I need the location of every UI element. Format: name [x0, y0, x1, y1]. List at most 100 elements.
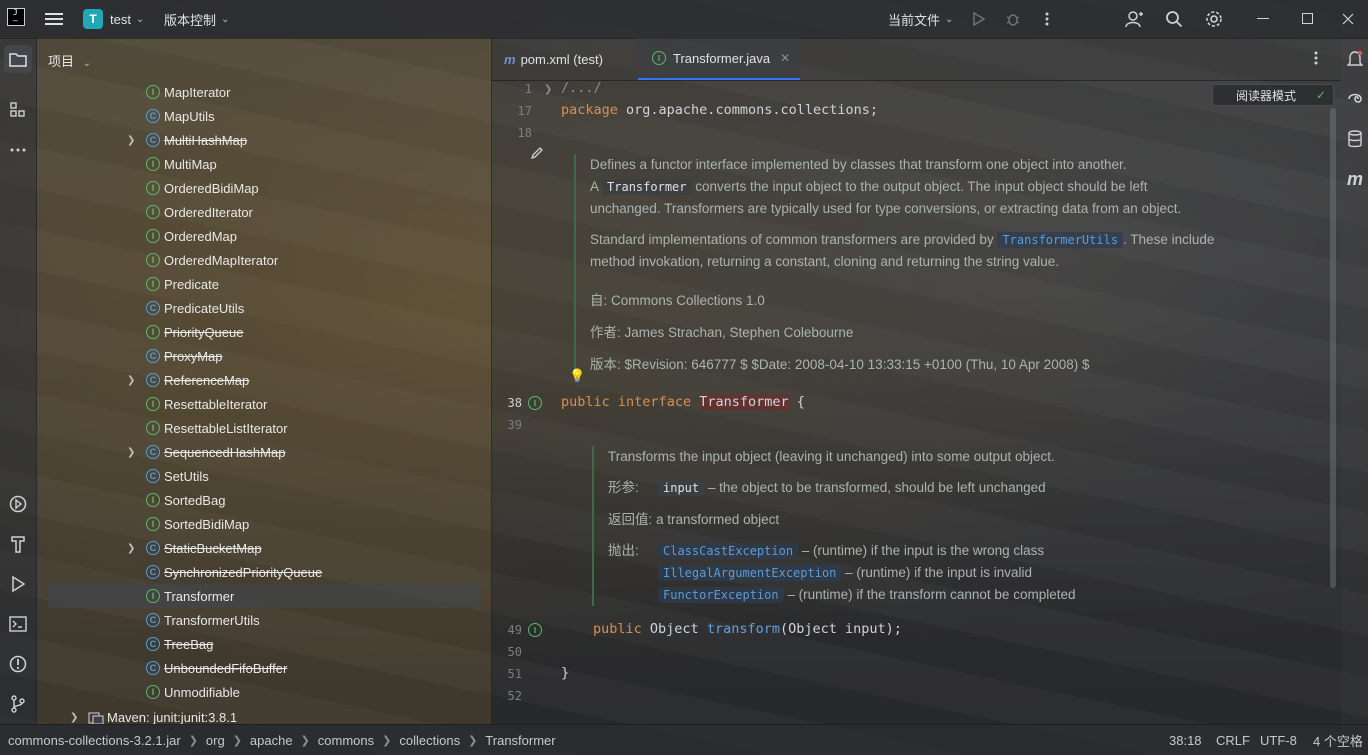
breadcrumb-item[interactable]: commons: [318, 733, 374, 748]
edit-doc-pencil-icon[interactable]: [530, 146, 544, 163]
tree-item[interactable]: I MultiMap: [37, 152, 491, 176]
tree-item[interactable]: I Predicate: [37, 272, 491, 296]
breadcrumb-item[interactable]: commons-collections-3.2.1.jar: [8, 733, 181, 748]
tree-item[interactable]: I MapIterator: [37, 80, 491, 104]
line-separator[interactable]: CRLF: [1216, 733, 1250, 748]
line-number: 49: [507, 623, 522, 637]
doc-param: 形参: input – the object to be transformed,…: [608, 477, 1168, 499]
editor-scrollbar[interactable]: [1330, 108, 1336, 588]
close-icon[interactable]: [1336, 7, 1360, 31]
tree-item[interactable]: C TransformerUtils: [37, 608, 491, 632]
project-tool-window: 项目 ⌄ I MapIterator C MapUtils ❯ C MultiHashMap…: [37, 38, 492, 725]
tree-item[interactable]: C SetUtils: [37, 464, 491, 488]
doc-link[interactable]: FunctorException: [658, 587, 784, 603]
tree-item[interactable]: I ResettableIterator: [37, 392, 491, 416]
breadcrumb-item[interactable]: org: [206, 733, 225, 748]
tab-transformer-java[interactable]: I Transformer.java ✕: [638, 38, 801, 80]
interface-icon: I: [146, 325, 160, 339]
debug-icon[interactable]: [1001, 7, 1025, 31]
tree-item-label: SequencedHashMap: [164, 444, 286, 460]
editor-gutter: 1 17 18 38 39 49 50 51 52 I I ❯: [492, 80, 553, 724]
doc-link[interactable]: IllegalArgumentException: [658, 565, 842, 581]
tree-item[interactable]: I SortedBidiMap: [37, 512, 491, 536]
caret-position[interactable]: 38:18: [1169, 733, 1202, 748]
tree-item[interactable]: ❯ C MultiHashMap: [37, 128, 491, 152]
tree-item[interactable]: I PriorityQueue: [37, 320, 491, 344]
expand-arrow-icon[interactable]: ❯: [127, 135, 137, 146]
tree-item[interactable]: I SortedBag: [37, 488, 491, 512]
project-panel-header[interactable]: 项目 ⌄: [48, 51, 91, 70]
tree-item[interactable]: ❯ C ReferenceMap: [37, 368, 491, 392]
expand-arrow-icon[interactable]: ❯: [70, 712, 80, 723]
vcs-menu[interactable]: 版本控制 ⌄: [164, 0, 229, 38]
reader-mode-toggle[interactable]: 阅读器模式 ✓: [1212, 84, 1334, 106]
tree-item[interactable]: I ResettableListIterator: [37, 416, 491, 440]
notifications-bell-icon[interactable]: [1344, 48, 1366, 70]
tree-item-label: StaticBucketMap: [164, 540, 262, 556]
code-chip: Transformer: [602, 179, 692, 195]
ide-logo-icon[interactable]: J —: [7, 8, 25, 26]
tree-item[interactable]: I Transformer: [48, 584, 479, 608]
more-tools-icon[interactable]: [4, 136, 32, 164]
breadcrumb-item[interactable]: Transformer: [485, 733, 555, 748]
database-icon[interactable]: [1344, 128, 1366, 150]
main-menu-icon[interactable]: [45, 0, 63, 38]
implemented-interface-icon[interactable]: I: [528, 396, 542, 410]
ai-assistant-icon[interactable]: [1344, 88, 1366, 110]
close-tab-icon[interactable]: ✕: [780, 51, 790, 65]
tree-item[interactable]: C SynchronizedPriorityQueue: [37, 560, 491, 584]
fold-arrow-icon[interactable]: ❯: [544, 84, 552, 95]
tree-item[interactable]: I Unmodifiable: [37, 680, 491, 704]
tree-item[interactable]: ❯ C StaticBucketMap: [37, 536, 491, 560]
tree-item[interactable]: C ProxyMap: [37, 344, 491, 368]
implemented-method-icon[interactable]: I: [528, 623, 542, 637]
expand-arrow-icon[interactable]: ❯: [127, 447, 137, 458]
maven-icon[interactable]: m: [1344, 168, 1366, 190]
intention-bulb-icon[interactable]: 💡: [569, 368, 585, 384]
code-editor[interactable]: 1 17 18 38 39 49 50 51 52 I I ❯ /.../ pa…: [492, 80, 1341, 724]
tab-actions-icon[interactable]: [1314, 50, 1318, 69]
add-user-icon[interactable]: [1122, 7, 1146, 31]
settings-gear-icon[interactable]: [1202, 7, 1226, 31]
build-hammer-icon[interactable]: [4, 530, 32, 558]
run-config-selector[interactable]: 当前文件 ⌄: [888, 0, 953, 38]
tree-item[interactable]: I OrderedIterator: [37, 200, 491, 224]
tree-item[interactable]: C UnboundedFifoBuffer: [37, 656, 491, 680]
indent-setting[interactable]: 4 个空格: [1313, 731, 1363, 750]
breadcrumb-item[interactable]: apache: [250, 733, 293, 748]
file-encoding[interactable]: UTF-8: [1260, 733, 1297, 748]
problems-icon[interactable]: [4, 650, 32, 678]
run-icon[interactable]: [966, 7, 990, 31]
breadcrumb-item[interactable]: collections: [399, 733, 460, 748]
tree-item-label: Unmodifiable: [164, 684, 240, 700]
git-branch-icon[interactable]: [4, 690, 32, 718]
expand-arrow-icon[interactable]: ❯: [127, 543, 137, 554]
tree-item[interactable]: C TreeBag: [37, 632, 491, 656]
run-tool-icon[interactable]: [4, 570, 32, 598]
more-actions-icon[interactable]: [1035, 7, 1059, 31]
tree-item[interactable]: I OrderedMap: [37, 224, 491, 248]
folded-imports[interactable]: /.../: [561, 80, 602, 96]
search-icon[interactable]: [1162, 7, 1186, 31]
project-folder-icon[interactable]: [4, 45, 32, 73]
services-icon[interactable]: [4, 490, 32, 518]
project-selector[interactable]: T test ⌄: [83, 0, 144, 38]
keyword: public: [561, 394, 610, 410]
tab-pom-xml[interactable]: m pom.xml (test): [504, 38, 615, 80]
structure-icon[interactable]: [4, 96, 32, 124]
interface-icon: I: [146, 589, 160, 603]
line-number: 50: [507, 645, 522, 659]
expand-arrow-icon[interactable]: ❯: [127, 375, 137, 386]
doc-link[interactable]: TransformerUtils: [997, 232, 1124, 248]
doc-link[interactable]: ClassCastException: [658, 543, 799, 559]
terminal-icon[interactable]: [4, 610, 32, 638]
package-keyword: package: [561, 102, 618, 118]
tree-item[interactable]: ❯ C SequencedHashMap: [37, 440, 491, 464]
maximize-icon[interactable]: [1296, 7, 1320, 31]
tree-item[interactable]: I OrderedMapIterator: [37, 248, 491, 272]
tree-item[interactable]: C MapUtils: [37, 104, 491, 128]
tree-item-label: PredicateUtils: [164, 300, 245, 316]
minimize-icon[interactable]: [1251, 7, 1275, 31]
tree-item[interactable]: I OrderedBidiMap: [37, 176, 491, 200]
tree-item[interactable]: C PredicateUtils: [37, 296, 491, 320]
